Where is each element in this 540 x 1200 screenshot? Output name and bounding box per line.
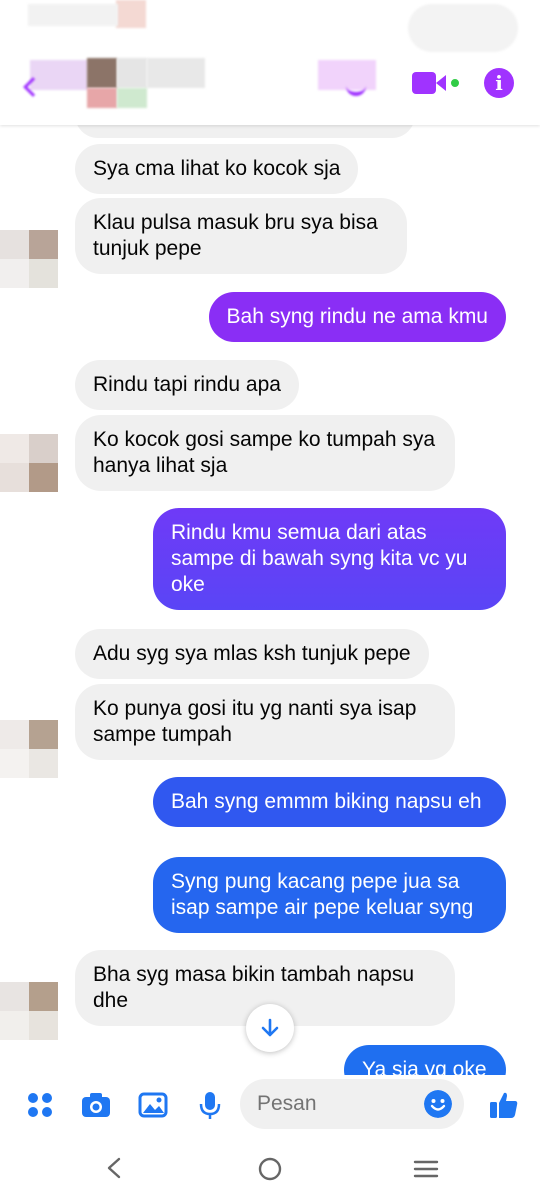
avatar[interactable] [0, 720, 58, 778]
message-incoming[interactable]: Ko punya gosi itu yg nanti sya isap samp… [75, 684, 455, 760]
message-incoming[interactable]: Ko kocok gosi sampe ko tumpah sya hanya … [75, 415, 455, 491]
message-outgoing-cut[interactable]: Ya sja yg oke [344, 1045, 506, 1075]
censored-block [117, 58, 147, 88]
info-icon[interactable]: i [484, 68, 514, 98]
censored-block [147, 58, 205, 88]
avatar[interactable] [0, 982, 58, 1040]
censored-block [87, 58, 117, 88]
menu-dots-icon[interactable] [24, 1089, 56, 1121]
camera-icon[interactable] [80, 1089, 112, 1121]
message-incoming[interactable]: Sya cma lihat ko kocok sja [75, 144, 359, 194]
message-incoming[interactable]: Rindu tapi rindu apa [75, 360, 299, 410]
avatar[interactable] [0, 230, 58, 288]
system-navigation-bar [0, 1135, 540, 1200]
censored-block [408, 4, 518, 52]
video-camera-icon[interactable] [412, 65, 460, 101]
home-icon[interactable] [258, 1157, 282, 1181]
censored-block [87, 88, 117, 108]
message-outgoing[interactable]: Syng pung kacang pepe jua sa isap sampe … [153, 857, 506, 933]
message-composer: Pesan [0, 1075, 540, 1135]
message-input-placeholder: Pesan [257, 1092, 317, 1115]
like-icon[interactable] [488, 1089, 520, 1121]
recents-icon[interactable] [413, 1159, 439, 1179]
online-indicator [450, 78, 460, 88]
message-input[interactable]: Pesan [240, 1079, 464, 1129]
gallery-icon[interactable] [137, 1089, 169, 1121]
message-outgoing[interactable]: Rindu kmu semua dari atas sampe di bawah… [153, 508, 506, 610]
message-list[interactable]: Sya cma lihat ko kocok sja Klau pulsa ma… [0, 0, 540, 1075]
censored-block [117, 88, 147, 108]
microphone-icon[interactable] [194, 1089, 226, 1121]
arrow-down-icon [261, 1018, 279, 1037]
conversation-header: i [0, 0, 540, 125]
phone-icon[interactable] [346, 82, 366, 96]
message-outgoing[interactable]: Bah syng rindu ne ama kmu [208, 292, 506, 342]
scroll-to-bottom-button[interactable] [246, 1004, 294, 1052]
censored-block [116, 0, 146, 28]
emoji-icon[interactable] [424, 1090, 452, 1118]
message-outgoing[interactable]: Bah syng emmm biking napsu eh [153, 777, 506, 827]
message-incoming[interactable]: Adu syg sya mlas ksh tunjuk pepe [75, 629, 429, 679]
message-incoming[interactable]: Klau pulsa masuk bru sya bisa tunjuk pep… [75, 198, 407, 274]
censored-block [28, 4, 118, 26]
back-icon[interactable] [104, 1157, 126, 1179]
avatar[interactable] [0, 434, 58, 492]
